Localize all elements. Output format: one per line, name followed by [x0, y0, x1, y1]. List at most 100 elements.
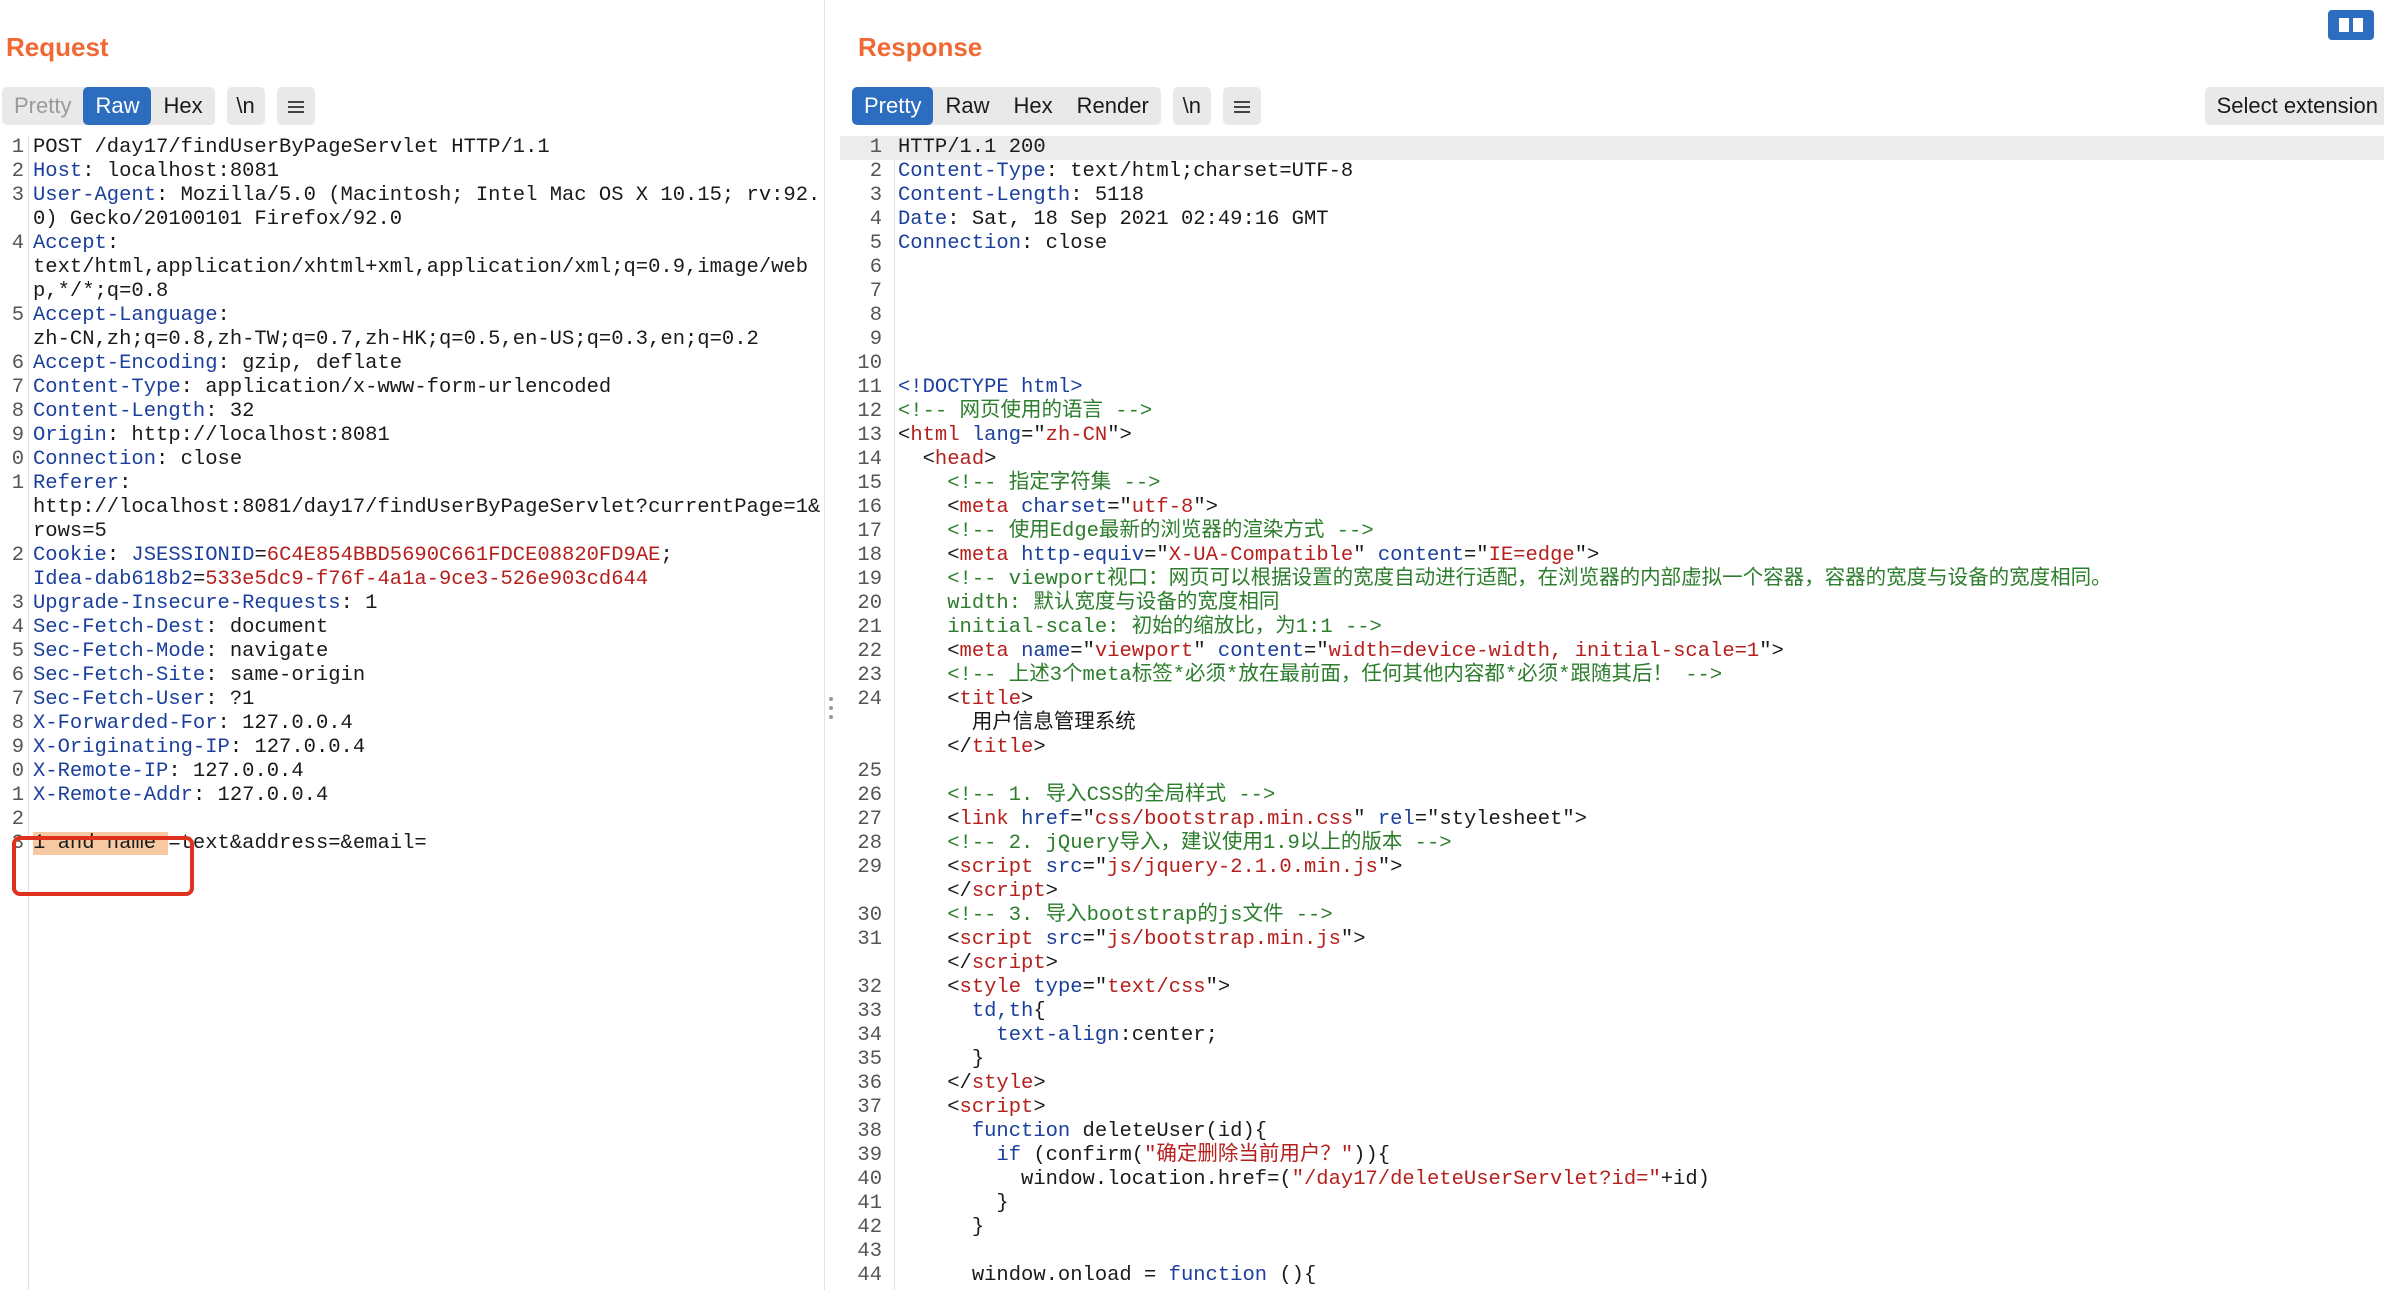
- line-text: ​: [888, 760, 2384, 784]
- response-code-line: 6​: [840, 256, 2384, 280]
- line-number: 1: [11, 472, 24, 495]
- request-code-line: 2​: [0, 808, 824, 832]
- code-token: Origin: [33, 424, 107, 447]
- line-text: initial-scale: 初始的缩放比，为1:1 -->: [888, 616, 2384, 640]
- response-code-line: 26 <!-- 1. 导入CSS的全局样式 -->: [840, 784, 2384, 808]
- code-token: window.location.href=(: [898, 1168, 1292, 1191]
- line-number: 5: [869, 232, 882, 255]
- code-token: <: [898, 544, 960, 567]
- code-token: <: [898, 496, 960, 519]
- line-text: <!-- 上述3个meta标签*必须*放在最前面，任何其他内容都*必须*跟随其后…: [888, 664, 2384, 688]
- code-token: =": [1070, 808, 1095, 831]
- response-view-tabs: Pretty Raw Hex Render: [852, 87, 1161, 125]
- code-token: content: [1377, 544, 1464, 567]
- code-token: : 127.0.0.4: [192, 784, 329, 807]
- code-token: style: [959, 976, 1022, 999]
- line-text: <!-- 指定字符集 -->: [888, 472, 2384, 496]
- line-text: <style type="text/css">: [888, 976, 2384, 1000]
- response-toolbar: Pretty Raw Hex Render \n: [852, 87, 1261, 125]
- line-text: ​: [888, 280, 2384, 304]
- line-number: 9: [11, 424, 24, 447]
- request-tab-pretty[interactable]: Pretty: [2, 87, 83, 125]
- code-token: +id): [1660, 1168, 1710, 1191]
- code-token: utf-8: [1131, 496, 1194, 519]
- line-number: 1: [869, 136, 882, 159]
- code-token: X-Remote-IP: [33, 760, 169, 783]
- divider-grip-icon[interactable]: [829, 697, 834, 724]
- response-tab-raw[interactable]: Raw: [933, 87, 1001, 125]
- request-menu-button[interactable]: [276, 87, 315, 125]
- code-token: =": [1463, 544, 1489, 567]
- code-token: >: [984, 448, 997, 471]
- line-number: 16: [857, 496, 882, 519]
- line-text: window.onload = function (){: [888, 1264, 2384, 1288]
- line-text: if (confirm("确定删除当前用户？")){: [888, 1144, 2384, 1168]
- line-number: 25: [857, 760, 882, 783]
- line-text: POST /day17/findUserByPageServlet HTTP/1…: [30, 136, 823, 160]
- response-code-line: 4 Date: Sat, 18 Sep 2021 02:49:16 GMT: [840, 208, 2384, 232]
- response-code-line: 19 <!-- viewport视口：网页可以根据设置的宽度自动进行适配，在浏览…: [840, 568, 2384, 592]
- code-token: title: [971, 736, 1034, 759]
- line-text: ​: [888, 304, 2384, 328]
- line-number: 34: [857, 1024, 882, 1047]
- request-tab-raw[interactable]: Raw: [83, 87, 152, 125]
- response-tab-pretty[interactable]: Pretty: [852, 87, 934, 125]
- response-code-line: 43 ​: [840, 1240, 2384, 1264]
- line-text: Content-Type: text/html;charset=UTF-8: [888, 160, 2384, 184]
- code-token: ="stylesheet">: [1414, 808, 1587, 831]
- response-code-line: 33 td,th{: [840, 1000, 2384, 1024]
- line-text: <!-- 2. jQuery导入，建议使用1.9以上的版本 -->: [888, 832, 2384, 856]
- response-code-line: 15 <!-- 指定字符集 -->: [840, 472, 2384, 496]
- code-token: td,th: [971, 1000, 1034, 1023]
- line-number: 39: [857, 1144, 882, 1167]
- code-token: : ?1: [205, 688, 255, 711]
- code-token: =text&address=&email=: [168, 832, 427, 855]
- response-code-line: 32 <style type="text/css">: [840, 976, 2384, 1000]
- select-extension-button[interactable]: Select extension: [2204, 87, 2384, 125]
- line-number: 6: [11, 352, 24, 375]
- code-token: <: [898, 856, 960, 879]
- request-code-line: 1 POST /day17/findUserByPageServlet HTTP/…: [0, 136, 824, 160]
- line-text: ​: [888, 1240, 2384, 1264]
- response-code-line: 31 <script src="js/bootstrap.min.js"> </…: [840, 928, 2384, 976]
- code-token: Content-Type: [33, 376, 181, 399]
- request-tab-hex[interactable]: Hex: [151, 87, 214, 125]
- line-text: <html lang="zh-CN">: [888, 424, 2384, 448]
- line-text: <!-- 使用Edge最新的浏览器的渲染方式 -->: [888, 520, 2384, 544]
- line-text: ​: [30, 808, 823, 832]
- code-token: charset: [1021, 496, 1108, 519]
- line-text: Date: Sat, 18 Sep 2021 02:49:16 GMT: [888, 208, 2384, 232]
- response-newline-toggle[interactable]: \n: [1172, 87, 1211, 125]
- code-token: (){: [1267, 1264, 1317, 1287]
- code-token: >: [1033, 1072, 1046, 1095]
- line-number: 3: [869, 184, 882, 207]
- code-token: : close: [156, 448, 243, 471]
- code-token: Sec-Fetch-Site: [33, 664, 206, 687]
- response-code-line: 22 <meta name="viewport" content="width=…: [840, 640, 2384, 664]
- code-token: <: [898, 1096, 960, 1119]
- code-token: =: [254, 544, 267, 567]
- response-code-line: 44 window.onload = function (){: [840, 1264, 2384, 1288]
- request-newline-toggle[interactable]: \n: [226, 87, 265, 125]
- request-code-line: 7 Sec-Fetch-User: ?1: [0, 688, 824, 712]
- code-token: : http://localhost:8081: [106, 424, 390, 447]
- line-text: X-Remote-Addr: 127.0.0.4: [30, 784, 823, 808]
- response-editor[interactable]: 1 HTTP/1.1 200 2 Content-Type: text/html;ch…: [840, 136, 2384, 1290]
- code-token: script: [971, 880, 1046, 903]
- response-tab-render[interactable]: Render: [1065, 87, 1161, 125]
- line-text: Sec-Fetch-Site: same-origin: [30, 664, 823, 688]
- response-code-line: 37 <script>: [840, 1096, 2384, 1120]
- response-menu-button[interactable]: [1222, 87, 1261, 125]
- request-editor[interactable]: 1 POST /day17/findUserByPageServlet HTTP/…: [0, 136, 824, 1290]
- line-text: User-Agent: Mozilla/5.0 (Macintosh; Inte…: [30, 184, 823, 232]
- response-tab-hex[interactable]: Hex: [1001, 87, 1064, 125]
- split-layout-icon[interactable]: [2328, 10, 2374, 40]
- panel-divider[interactable]: [824, 0, 841, 1290]
- code-token: script: [959, 928, 1034, 951]
- line-number: 36: [857, 1072, 882, 1095]
- code-token: =: [192, 568, 206, 591]
- code-token: text/css: [1107, 976, 1206, 999]
- response-code-line: 42 }: [840, 1216, 2384, 1240]
- code-token: {: [1033, 1000, 1046, 1023]
